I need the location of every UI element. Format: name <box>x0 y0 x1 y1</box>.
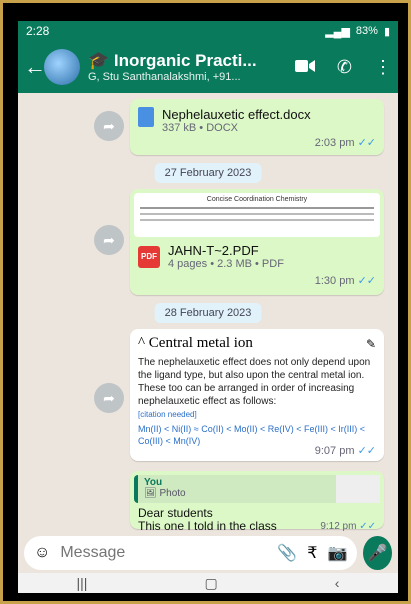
quoted-type: 🖼 Photo <box>144 488 186 499</box>
document-row: Nephelauxetic effect.docx 337 kB • DOCX <box>130 99 384 134</box>
graduation-cap-icon: 🎓 <box>88 51 110 70</box>
excerpt-heading: ^ Central metal ion <box>138 335 253 351</box>
read-ticks-icon: ✓✓ <box>359 521 376 532</box>
message-input-box[interactable]: ☺ 📎 ₹ 📷 <box>24 536 358 570</box>
signal-icon: ▂▄▆ <box>325 25 350 38</box>
screenshot-frame: 2:28 ▂▄▆ 83% ▮ ← 🎓 Inorganic Practi... G… <box>0 0 411 604</box>
document-icon <box>138 107 154 127</box>
pdf-meta: 4 pages • 2.3 MB • PDF <box>168 258 284 270</box>
edit-pencil-icon: ✎ <box>365 336 376 351</box>
status-icons: ▂▄▆ 83% ▮ <box>325 25 390 38</box>
chat-header: ← 🎓 Inorganic Practi... G, Stu Santhanal… <box>18 41 398 93</box>
emoji-icon[interactable]: ☺ <box>34 544 50 562</box>
mic-button[interactable]: 🎤 <box>363 536 392 570</box>
message-time: 9:12 pm ✓✓ <box>320 521 376 532</box>
citation-needed-link[interactable]: [citation needed] <box>130 410 384 419</box>
back-nav-icon[interactable]: ‹ <box>335 575 340 591</box>
forward-icon[interactable]: ➦ <box>94 225 124 255</box>
quoted-info: You 🖼 Photo <box>138 475 336 503</box>
link-excerpt-message[interactable]: ^ Central metal ion ✎ The nephelauxetic … <box>130 329 384 461</box>
reply-line: This one I told in the class <box>138 519 277 533</box>
attach-icon[interactable]: 📎 <box>277 543 297 563</box>
reply-line-with-time: This one I told in the class 9:12 pm ✓✓ <box>138 520 376 533</box>
quoted-author: You <box>144 477 163 488</box>
forward-icon[interactable]: ➦ <box>94 383 124 413</box>
home-icon[interactable]: ▢ <box>204 575 217 592</box>
pdf-message[interactable]: Concise Coordination Chemistry PDF JAHN-… <box>130 189 384 295</box>
preview-line <box>140 213 374 215</box>
reply-message[interactable]: You 🖼 Photo Dear students This one I tol… <box>130 471 384 533</box>
battery-icon: ▮ <box>383 25 390 38</box>
pdf-preview-heading: Concise Coordination Chemistry <box>206 196 308 203</box>
camera-icon[interactable]: 📷 <box>327 543 347 563</box>
chat-title-block[interactable]: 🎓 Inorganic Practi... G, Stu Santhanalak… <box>88 51 287 83</box>
pdf-name: JAHN-T~2.PDF <box>168 243 259 258</box>
message-time: 2:03 pm ✓✓ <box>314 137 376 149</box>
pdf-info: JAHN-T~2.PDF 4 pages • 2.3 MB • PDF <box>168 243 284 270</box>
read-ticks-icon: ✓✓ <box>357 445 376 457</box>
chat-title: 🎓 Inorganic Practi... <box>88 51 257 70</box>
date-separator: 28 February 2023 <box>154 303 262 323</box>
read-ticks-icon: ✓✓ <box>357 275 376 287</box>
recents-icon[interactable]: ||| <box>77 575 88 591</box>
more-options-icon[interactable]: ⋮ <box>374 57 392 78</box>
message-input[interactable] <box>60 544 268 562</box>
message-time: 1:30 pm ✓✓ <box>314 275 376 287</box>
pdf-icon: PDF <box>138 245 160 268</box>
forward-icon[interactable]: ➦ <box>94 111 124 141</box>
phone-screen: 2:28 ▂▄▆ 83% ▮ ← 🎓 Inorganic Practi... G… <box>18 21 398 593</box>
pdf-row: PDF JAHN-T~2.PDF 4 pages • 2.3 MB • PDF <box>130 241 384 272</box>
rupee-payment-icon[interactable]: ₹ <box>307 543 317 563</box>
phone-call-icon[interactable]: ✆ <box>337 57 352 78</box>
message-composer: ☺ 📎 ₹ 📷 🎤 <box>18 533 398 573</box>
read-ticks-icon: ✓✓ <box>357 137 376 149</box>
video-call-icon[interactable] <box>294 57 315 78</box>
pdf-preview[interactable]: Concise Coordination Chemistry <box>134 193 380 237</box>
system-nav-bar: ||| ▢ ‹ <box>18 573 398 593</box>
group-avatar[interactable] <box>44 49 80 85</box>
date-separator: 27 February 2023 <box>154 163 262 183</box>
back-arrow-icon[interactable]: ← <box>24 54 46 80</box>
document-info: Nephelauxetic effect.docx 337 kB • DOCX <box>162 107 311 134</box>
document-name: Nephelauxetic effect.docx <box>162 107 311 122</box>
reply-text: Dear students This one I told in the cla… <box>130 507 384 533</box>
preview-line <box>140 219 374 221</box>
document-message[interactable]: Nephelauxetic effect.docx 337 kB • DOCX … <box>130 99 384 155</box>
status-bar: 2:28 ▂▄▆ 83% ▮ <box>18 21 398 41</box>
chat-members: G, Stu Santhanalakshmi, +91... <box>88 71 241 83</box>
battery-level: 83% <box>355 25 378 37</box>
preview-line <box>140 207 374 209</box>
quoted-thumbnail <box>336 475 380 503</box>
header-actions: ✆ ⋮ <box>294 57 392 78</box>
chat-area[interactable]: ➦ Nephelauxetic effect.docx 337 kB • DOC… <box>18 93 398 533</box>
document-meta: 337 kB • DOCX <box>162 122 238 134</box>
message-time: 9:07 pm ✓✓ <box>314 445 376 457</box>
clock: 2:28 <box>26 24 50 38</box>
excerpt-body: The nephelauxetic effect does not only d… <box>138 357 371 407</box>
quoted-message[interactable]: You 🖼 Photo <box>134 475 380 503</box>
excerpt-header: ^ Central metal ion ✎ <box>130 329 384 354</box>
